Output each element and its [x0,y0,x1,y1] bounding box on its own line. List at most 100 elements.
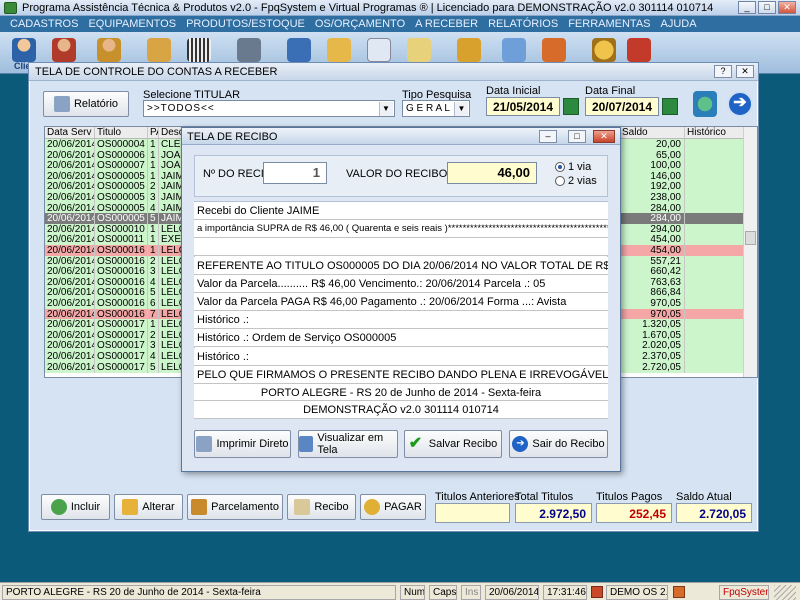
table-cell: 1 [148,245,159,256]
receipt-line: Valor da Parcela PAGA R$ 46,00 Pagamento… [194,293,608,311]
table-cell [685,287,745,299]
table-cell: 6 [148,298,159,309]
help-button[interactable]: ? [714,65,732,78]
dialog-minimize-button[interactable]: – [539,130,557,143]
table-cell: 660,42 [619,266,685,278]
menu-produtos-estoque[interactable]: PRODUTOS/ESTOQUE [182,16,311,32]
menu-relatorios[interactable]: RELATÓRIOS [484,16,564,32]
table-cell: OS000005 [95,213,148,225]
resize-grip-icon[interactable] [774,585,796,600]
table-cell: 192,00 [619,181,685,193]
table-cell [685,202,745,214]
table-cell: 20/06/2014 [47,234,95,246]
table-cell [685,234,745,246]
titular-select[interactable]: >>TODOS<< ▼ [143,100,395,117]
checkmark-icon: ✔ [408,435,423,452]
header-pa[interactable]: PA [148,127,159,138]
exit-icon [627,38,651,62]
header-saldo[interactable]: Saldo [619,127,685,138]
table-cell: OS000005 [95,181,148,193]
table-cell [685,329,745,341]
window-close-button[interactable]: ✕ [736,65,754,78]
table-cell: 20/06/2014 [47,266,95,278]
tipo-pesquisa-select[interactable]: G E R A L ▼ [402,100,470,117]
incluir-button[interactable]: Incluir [41,494,110,520]
imprimir-direto-button[interactable]: Imprimir Direto [194,430,291,458]
nro-recibo-field[interactable]: 1 [263,162,327,184]
calendar-icon[interactable] [563,98,579,115]
report-button[interactable]: Relatório [43,91,129,117]
table-cell [685,308,745,320]
menu-ferramentas[interactable]: FERRAMENTAS [564,16,656,32]
table-cell: 3 [148,192,159,203]
data-inicial-field[interactable]: 21/05/2014 [486,97,560,116]
window-title-bar: TELA DE CONTROLE DO CONTAS A RECEBER ? ✕ [29,63,758,81]
person-icon [12,38,36,62]
table-cell: 454,00 [619,234,685,246]
via2-radio[interactable] [555,176,565,186]
table-cell [685,255,745,267]
table-cell: 20/06/2014 [47,298,95,309]
receipt-company-line: DEMONSTRAÇÃO v2.0 301114 010714 [194,401,608,419]
header-data-serv[interactable]: Data Serv [45,127,95,138]
refresh-icon[interactable] [693,91,717,117]
receipt-icon [294,499,311,515]
coin-icon [364,499,381,515]
person-icon [97,38,121,62]
table-cell: 1.670,05 [619,329,685,341]
via1-label: 1 via [568,161,592,173]
via2-label: 2 vias [568,175,597,187]
visualizar-label: Visualizar em Tela [317,432,384,456]
scrollbar-thumb[interactable] [745,231,756,245]
data-final-field[interactable]: 20/07/2014 [585,97,659,116]
table-cell: OS000017 [95,361,148,373]
arrow-right-icon[interactable]: ➔ [727,91,753,117]
table-scrollbar[interactable] [743,127,757,377]
table-cell: OS000017 [95,351,148,362]
pagar-button[interactable]: PAGAR [360,494,426,520]
menu-ajuda[interactable]: AJUDA [657,16,703,32]
table-cell [685,192,745,203]
receipt-line: REFERENTE AO TITULO OS000005 DO DIA 20/0… [194,256,608,275]
menu-equipamentos[interactable]: EQUIPAMENTOS [84,16,182,32]
table-cell: 557,21 [619,255,685,267]
menu-a-receber[interactable]: A RECEBER [411,16,484,32]
recibo-button[interactable]: Recibo [287,494,356,520]
titulos-anteriores-value [435,503,510,523]
status-time: 17:31:46 [543,585,587,600]
titulos-pagos-value: 252,45 [596,503,672,523]
table-cell: OS000016 [95,298,148,309]
alterar-button[interactable]: Alterar [114,494,183,520]
via1-radio[interactable] [555,162,565,172]
header-titulo[interactable]: Titulo [95,127,148,138]
table-cell: 763,63 [619,276,685,288]
table-cell: 2 [148,181,159,193]
dialog-close-button[interactable]: ✕ [593,130,615,143]
sair-recibo-button[interactable]: ➔ Sair do Recibo [509,430,608,458]
calendar-icon[interactable] [662,98,678,115]
table-cell: OS000017 [95,340,148,352]
parcelamento-button[interactable]: Parcelamento [187,494,283,520]
minimize-button[interactable]: _ [738,1,756,14]
header-historico[interactable]: Histórico [685,127,745,138]
status-os: DEMO OS 2.0 [606,585,668,600]
app-icon [4,2,17,14]
pagar-label: PAGAR [384,501,422,513]
valor-recibo-field[interactable]: 46,00 [447,162,537,184]
table-cell [685,351,745,362]
close-button[interactable]: ✕ [778,1,796,14]
table-cell: 970,05 [619,308,685,320]
table-cell: 20/06/2014 [47,287,95,299]
visualizar-button[interactable]: Visualizar em Tela [298,430,398,458]
menu-os-orcamento[interactable]: OS/ORÇAMENTO [311,16,411,32]
table-cell: 1 [148,139,159,150]
dialog-maximize-button[interactable]: □ [568,130,586,143]
maximize-button[interactable]: □ [758,1,776,14]
table-cell: OS000016 [95,255,148,267]
menu-cadastros[interactable]: CADASTROS [6,16,84,32]
status-brand: FpqSystem [719,585,769,600]
status-caps: Caps [429,585,457,600]
edit-icon [287,38,311,62]
salvar-recibo-button[interactable]: ✔ Salvar Recibo [404,430,502,458]
table-cell: 20/06/2014 [47,160,95,172]
